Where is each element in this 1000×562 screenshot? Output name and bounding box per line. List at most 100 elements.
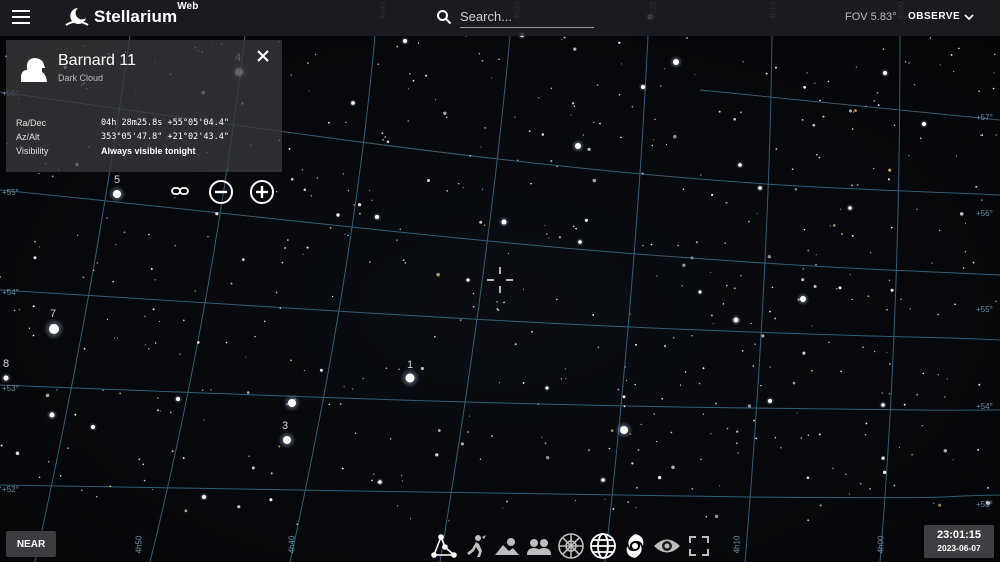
faint-star [623, 405, 626, 408]
faint-star [230, 282, 233, 285]
faint-star [558, 236, 562, 239]
faint-star [604, 498, 606, 500]
bright-star[interactable] [378, 480, 382, 484]
bright-star[interactable] [405, 373, 415, 383]
constellation-lines-icon[interactable] [428, 532, 458, 560]
faint-star [848, 109, 853, 113]
bright-star[interactable] [768, 399, 772, 403]
faint-star [47, 461, 50, 463]
faint-star [203, 419, 205, 421]
faint-star [290, 177, 294, 181]
near-button[interactable]: NEAR [6, 531, 56, 557]
faint-star [818, 433, 821, 436]
bright-star[interactable] [620, 426, 628, 434]
bright-star[interactable] [113, 190, 121, 198]
bright-star[interactable] [883, 71, 887, 75]
search-input[interactable] [460, 6, 594, 28]
faint-star [347, 234, 349, 237]
bright-star[interactable] [578, 240, 582, 244]
faint-star [490, 77, 493, 79]
faint-star [102, 389, 104, 392]
faint-star [712, 323, 714, 325]
bright-star[interactable] [466, 278, 470, 282]
bright-star[interactable] [49, 412, 55, 418]
bright-star[interactable] [922, 122, 926, 126]
faint-star [637, 449, 640, 451]
bright-star[interactable] [758, 186, 762, 190]
link-icon[interactable] [170, 183, 190, 199]
night-mode-icon[interactable] [652, 532, 682, 560]
atmosphere-icon[interactable] [524, 532, 554, 560]
faint-star [15, 451, 20, 456]
bright-star[interactable] [375, 215, 379, 219]
deep-sky-objects-icon[interactable] [620, 532, 650, 560]
bright-star[interactable] [673, 59, 679, 65]
faint-star [673, 134, 677, 139]
bright-star[interactable] [403, 39, 407, 43]
bright-star[interactable] [641, 85, 645, 89]
faint-star [479, 220, 483, 224]
fullscreen-icon[interactable] [684, 532, 714, 560]
faint-star [109, 485, 112, 488]
faint-star [661, 397, 664, 400]
grid-label: +57° [976, 113, 993, 122]
faint-star [733, 117, 737, 121]
faint-star [381, 132, 384, 135]
bright-star[interactable] [698, 290, 702, 294]
faint-star [353, 204, 356, 206]
observe-button[interactable]: OBSERVE [908, 11, 974, 22]
bright-star[interactable] [601, 478, 605, 482]
constellation-art-icon[interactable] [460, 532, 490, 560]
faint-star [979, 134, 982, 137]
faint-star [841, 233, 843, 235]
azimuthal-grid-icon[interactable] [556, 532, 586, 560]
zoom-out-icon[interactable] [208, 179, 234, 205]
faint-star [803, 228, 806, 231]
faint-star [480, 146, 482, 148]
search-icon[interactable] [436, 9, 452, 25]
faint-star [838, 286, 842, 290]
faint-star [435, 99, 437, 101]
faint-star [592, 178, 597, 183]
menu-icon[interactable] [12, 10, 30, 26]
faint-star [981, 199, 983, 201]
faint-star [347, 190, 350, 192]
close-icon[interactable] [257, 50, 269, 62]
bright-star[interactable] [881, 403, 885, 407]
faint-star [138, 458, 141, 461]
faint-star [32, 334, 35, 337]
bright-star[interactable] [575, 143, 581, 149]
search-bar [436, 6, 594, 28]
bright-star[interactable] [848, 206, 852, 210]
faint-star [859, 482, 862, 485]
zoom-in-icon[interactable] [249, 179, 275, 205]
bright-star[interactable] [351, 101, 355, 105]
bright-star[interactable] [91, 425, 95, 429]
faint-star [695, 241, 698, 244]
bright-star[interactable] [3, 375, 9, 381]
faint-star [407, 120, 409, 122]
faint-star [437, 429, 441, 432]
faint-star [806, 476, 810, 480]
faint-star [741, 350, 744, 352]
bright-star[interactable] [501, 219, 507, 225]
bright-star[interactable] [202, 495, 206, 499]
bright-star[interactable] [733, 317, 739, 323]
faint-star [815, 153, 818, 156]
equatorial-grid-icon[interactable] [588, 532, 618, 560]
bright-star[interactable] [738, 163, 742, 167]
faint-star [710, 193, 714, 197]
bright-star[interactable] [283, 436, 291, 444]
faint-star [802, 351, 806, 355]
bright-star[interactable] [800, 296, 806, 302]
bright-star[interactable] [49, 324, 59, 334]
faint-star [358, 203, 362, 207]
faint-star [882, 48, 885, 50]
bright-star[interactable] [545, 386, 549, 390]
bright-star[interactable] [288, 399, 296, 407]
date-time-button[interactable]: 23:01:15 2023-06-07 [924, 525, 994, 558]
bright-star[interactable] [176, 397, 180, 401]
landscape-icon[interactable] [492, 532, 522, 560]
faint-star [537, 403, 539, 405]
faint-star [159, 321, 161, 323]
